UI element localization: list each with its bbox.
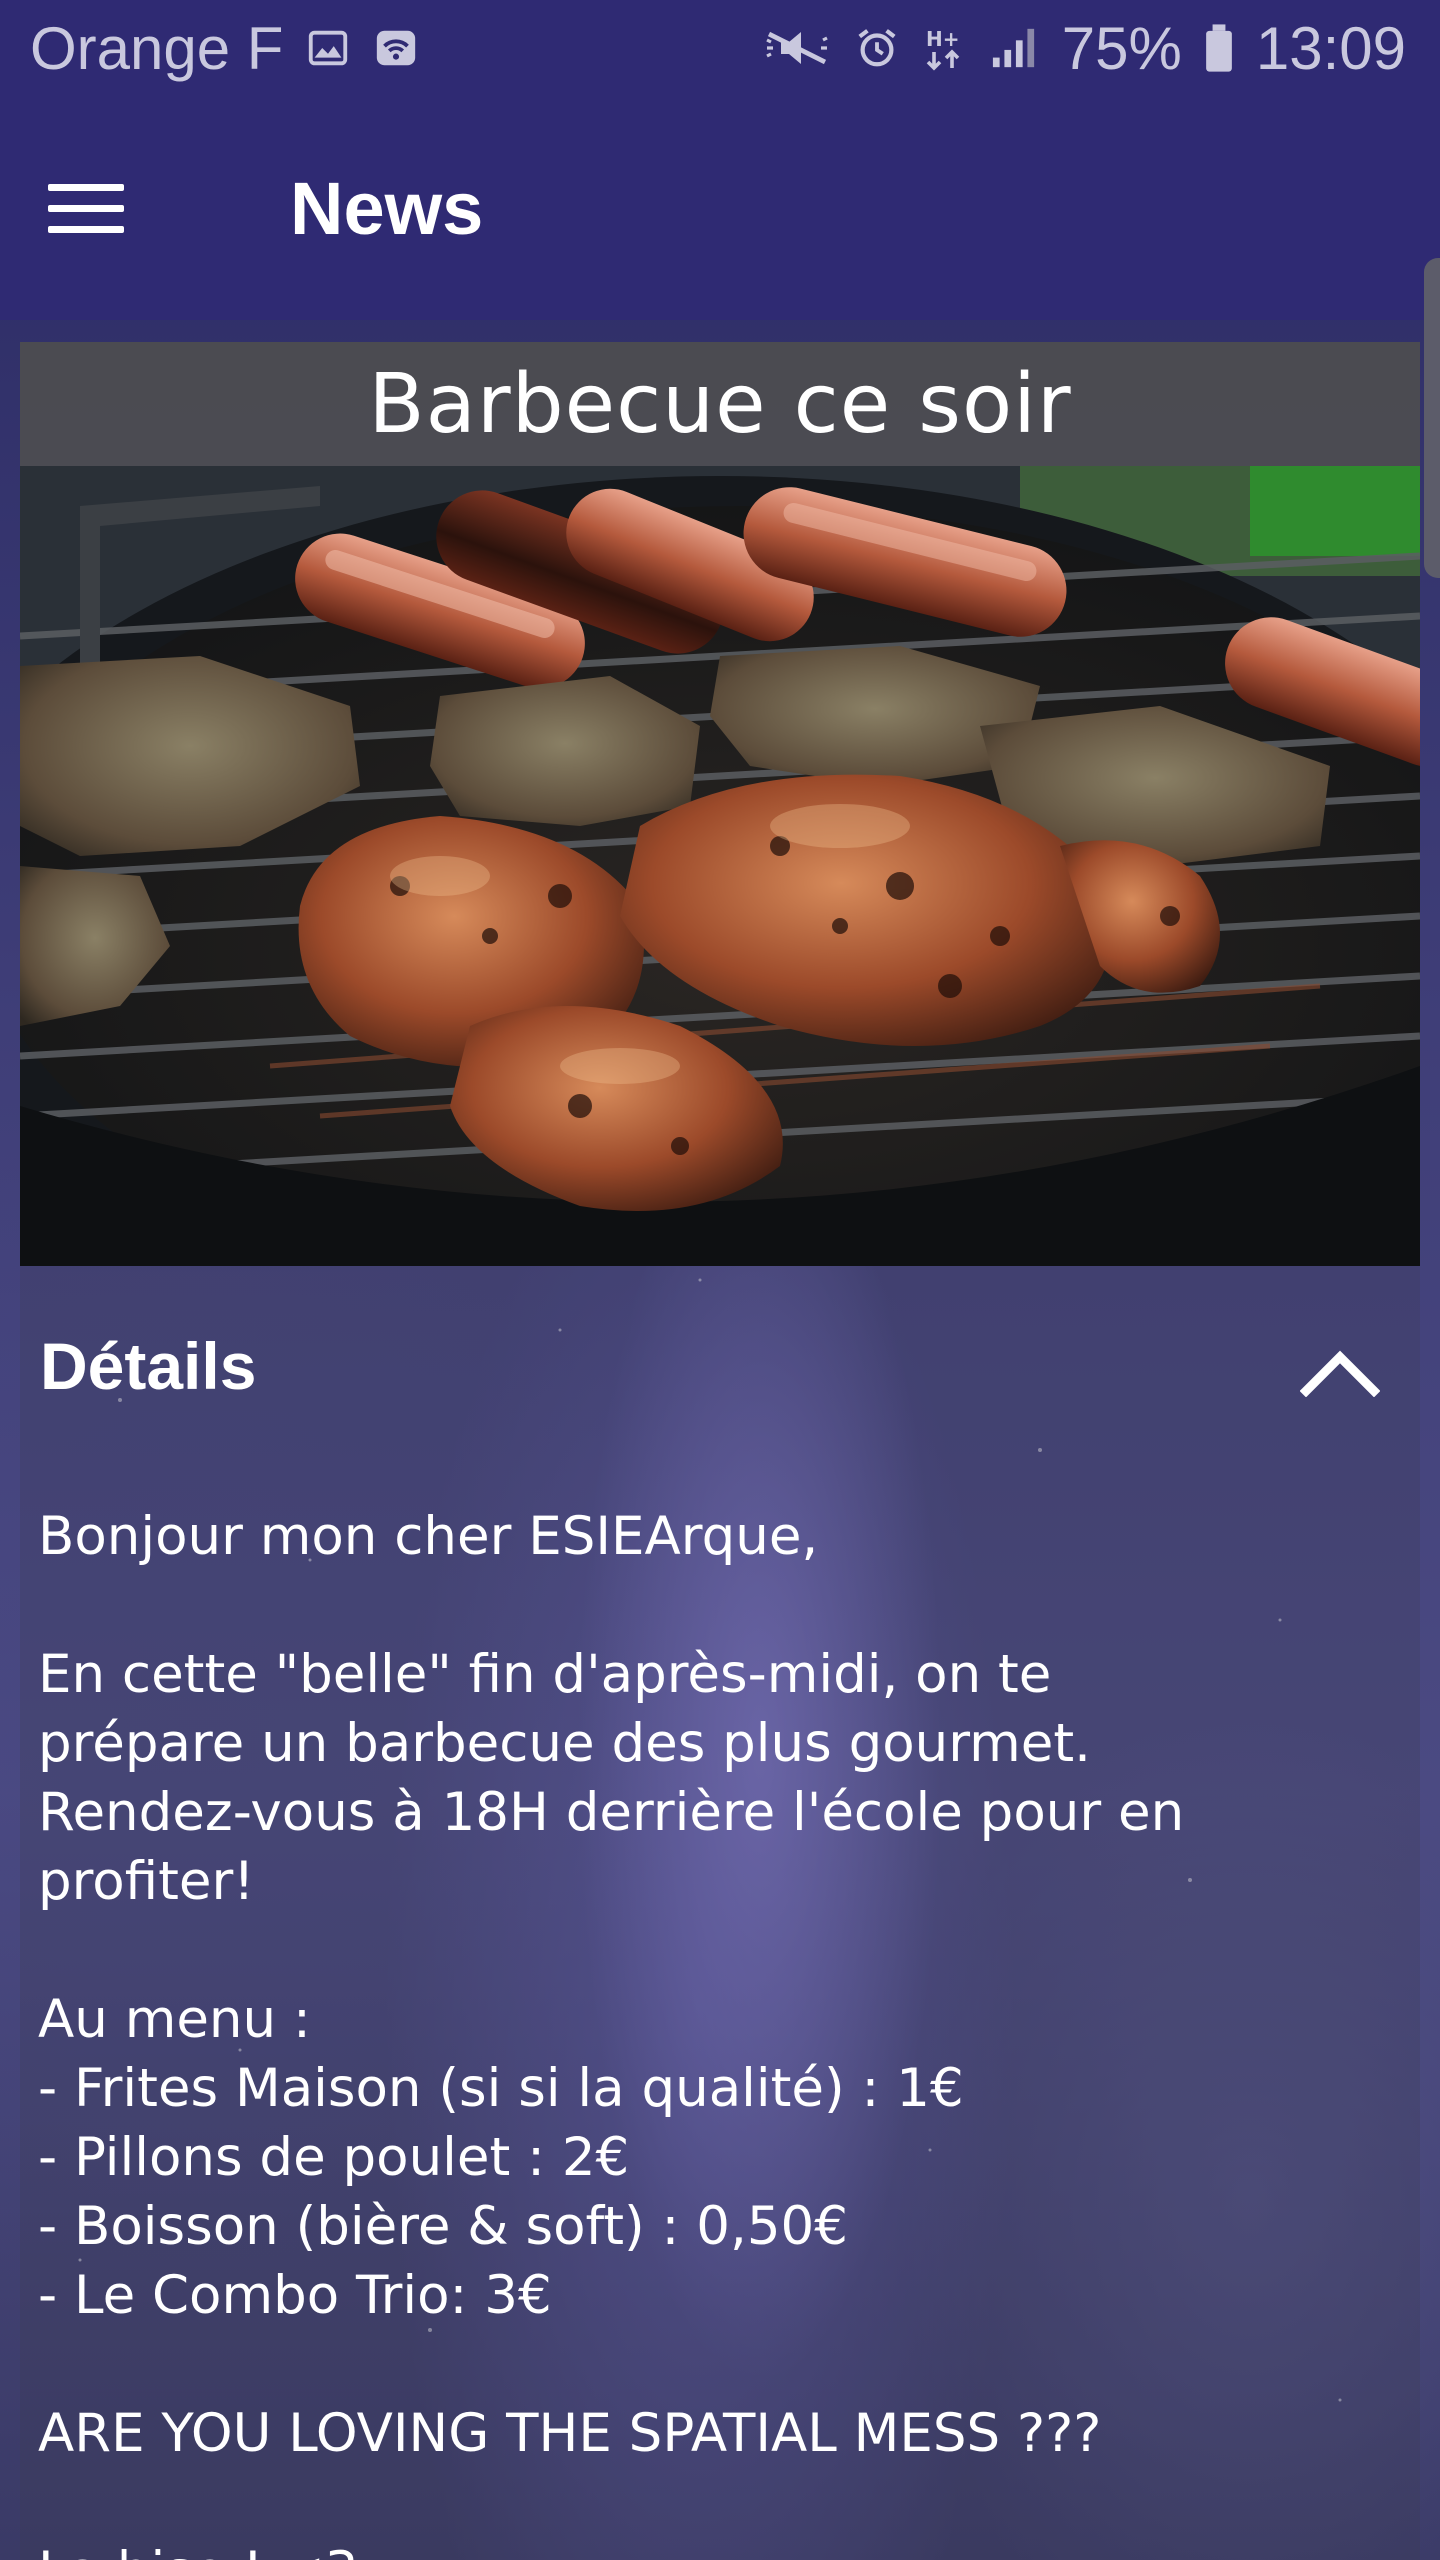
menu-heading: Au menu : — [38, 1989, 311, 2050]
news-card: Barbecue ce soir Détails Bonjour mon che… — [20, 342, 1420, 2560]
status-right: H+ 75% 13:09 — [762, 14, 1406, 83]
carrier-label: Orange F — [30, 14, 284, 82]
screen: Orange F H+ 75% 13:09 News Barbecue ce s… — [0, 0, 1440, 2560]
mute-icon — [762, 24, 832, 72]
card-title-bar: Barbecue ce soir — [20, 342, 1420, 466]
clock: 13:09 — [1255, 14, 1406, 82]
details-body: Bonjour mon cher ESIEArque, En cette "be… — [38, 1502, 1408, 2560]
details-header[interactable]: Détails — [20, 1266, 1420, 1466]
shout-text: ARE YOU LOVING THE SPATIAL MESS ??? — [38, 2403, 1102, 2464]
menu-item: - Le Combo Trio: 3€ — [38, 2265, 552, 2326]
status-bar: Orange F H+ 75% 13:09 — [0, 0, 1440, 96]
details-panel: Détails Bonjour mon cher ESIEArque, En c… — [20, 1266, 1420, 2560]
svg-text:H+: H+ — [926, 27, 960, 51]
battery-level: 75% — [1061, 14, 1182, 82]
data-icon: H+ — [922, 24, 966, 72]
intro-line: Rendez-vous à 18H derrière l'école pour … — [38, 1782, 1185, 1843]
alarm-icon — [854, 25, 900, 71]
menu-icon-bar — [48, 225, 124, 233]
details-heading: Détails — [40, 1329, 257, 1403]
menu-item: - Boisson (bière & soft) : 0,50€ — [38, 2196, 848, 2257]
signal-icon — [988, 25, 1040, 71]
intro-line: profiter! — [38, 1851, 255, 1912]
image-icon — [305, 25, 351, 71]
signoff-text: La bise ! <3 — [38, 2537, 1408, 2560]
menu-icon-bar — [48, 183, 124, 191]
menu-item: - Frites Maison (si si la qualité) : 1€ — [38, 2058, 964, 2119]
menu-icon-bar — [48, 204, 124, 212]
chevron-up-icon[interactable] — [1290, 1322, 1390, 1422]
intro-line: En cette "belle" fin d'après-midi, on te — [38, 1644, 1052, 1705]
greeting-text: Bonjour mon cher ESIEArque, — [38, 1506, 819, 1567]
status-left: Orange F — [30, 14, 419, 83]
barbecue-illustration — [20, 466, 1420, 1266]
drawer-edge-handle[interactable] — [1424, 258, 1440, 578]
article-image — [20, 466, 1420, 1266]
wifi-hotspot-icon — [373, 25, 419, 71]
page-title: News — [290, 166, 484, 250]
app-bar: News — [0, 96, 1440, 320]
article-title: Barbecue ce soir — [368, 356, 1072, 452]
menu-item: - Pillons de poulet : 2€ — [38, 2127, 630, 2188]
battery-icon — [1204, 22, 1234, 74]
intro-line: prépare un barbecue des plus gourmet. — [38, 1713, 1091, 1774]
menu-icon[interactable] — [48, 160, 144, 256]
